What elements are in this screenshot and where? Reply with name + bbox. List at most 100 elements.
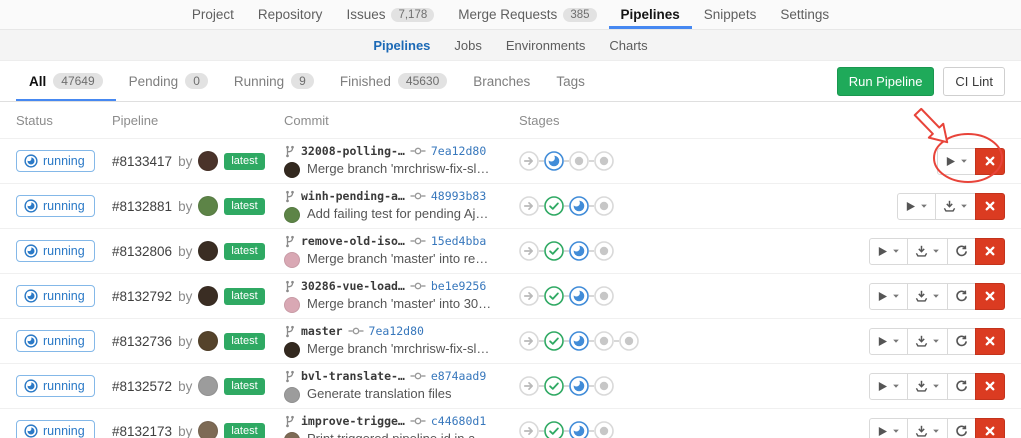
play-dropdown-button[interactable] (869, 238, 908, 265)
stage-skipped-icon[interactable] (519, 151, 539, 171)
status-badge[interactable]: running (16, 195, 95, 217)
stage-created-icon[interactable] (594, 421, 614, 438)
stage-skipped-icon[interactable] (519, 241, 539, 261)
cancel-pipeline-button[interactable] (975, 373, 1005, 400)
commit-sha-link[interactable]: 7ea12d80 (369, 323, 424, 339)
commit-sha-link[interactable]: e874aad9 (431, 368, 486, 384)
stage-skipped-icon[interactable] (519, 196, 539, 216)
stage-created-icon[interactable] (594, 331, 614, 351)
stage-skipped-icon[interactable] (519, 376, 539, 396)
stage-skipped-icon[interactable] (519, 421, 539, 438)
stage-running-icon[interactable] (569, 196, 589, 216)
commit-sha-link[interactable]: c44680d1 (431, 413, 486, 429)
status-badge[interactable]: running (16, 375, 95, 397)
commit-message-link[interactable]: Generate translation files (307, 385, 452, 403)
status-badge[interactable]: running (16, 330, 95, 352)
status-badge[interactable]: running (16, 240, 95, 262)
tab-running[interactable]: Running 9 (221, 61, 327, 101)
play-dropdown-button[interactable] (869, 373, 908, 400)
stage-created-icon[interactable] (594, 241, 614, 261)
stage-passed-icon[interactable] (544, 286, 564, 306)
stage-passed-icon[interactable] (544, 331, 564, 351)
commit-author-avatar[interactable] (284, 387, 300, 403)
retry-pipeline-button[interactable] (947, 418, 976, 438)
commit-message-link[interactable]: Print triggered pipeline id in a… (307, 430, 488, 438)
user-avatar[interactable] (198, 286, 218, 306)
tab-all[interactable]: All 47649 (16, 61, 116, 101)
user-avatar[interactable] (198, 376, 218, 396)
commit-author-avatar[interactable] (284, 342, 300, 358)
stage-passed-icon[interactable] (544, 376, 564, 396)
commit-author-avatar[interactable] (284, 207, 300, 223)
user-avatar[interactable] (198, 421, 218, 438)
commit-message-link[interactable]: Merge branch 'mrchrisw-fix-sl… (307, 340, 489, 358)
artifacts-download-dropdown-button[interactable] (907, 418, 948, 438)
status-badge[interactable]: running (16, 285, 95, 307)
stage-created-icon[interactable] (594, 376, 614, 396)
cancel-pipeline-button[interactable] (975, 238, 1005, 265)
pipeline-id-link[interactable]: #8132792 (112, 289, 172, 304)
subnav-jobs[interactable]: Jobs (442, 38, 493, 53)
stage-passed-icon[interactable] (544, 241, 564, 261)
commit-author-avatar[interactable] (284, 252, 300, 268)
stage-running-icon[interactable] (569, 376, 589, 396)
branch-link[interactable]: improve-trigge… (301, 413, 405, 429)
nav-issues[interactable]: Issues 7,178 (334, 0, 446, 29)
cancel-pipeline-button[interactable] (975, 193, 1005, 220)
stage-running-icon[interactable] (544, 151, 564, 171)
artifacts-download-dropdown-button[interactable] (907, 373, 948, 400)
stage-created-icon[interactable] (594, 196, 614, 216)
pipeline-id-link[interactable]: #8132572 (112, 379, 172, 394)
status-badge[interactable]: running (16, 420, 95, 438)
commit-message-link[interactable]: Merge branch 'master' into re… (307, 250, 488, 268)
ci-lint-button[interactable]: CI Lint (943, 67, 1005, 96)
nav-merge-requests[interactable]: Merge Requests 385 (446, 0, 608, 29)
commit-sha-link[interactable]: be1e9256 (431, 278, 486, 294)
cancel-pipeline-button[interactable] (975, 283, 1005, 310)
cancel-pipeline-button[interactable] (975, 328, 1005, 355)
commit-author-avatar[interactable] (284, 162, 300, 178)
retry-pipeline-button[interactable] (947, 328, 976, 355)
stage-running-icon[interactable] (569, 241, 589, 261)
artifacts-download-dropdown-button[interactable] (935, 193, 976, 220)
tab-tags[interactable]: Tags (543, 61, 598, 101)
stage-passed-icon[interactable] (544, 421, 564, 438)
artifacts-download-dropdown-button[interactable] (907, 328, 948, 355)
subnav-charts[interactable]: Charts (597, 38, 659, 53)
play-dropdown-button[interactable] (869, 283, 908, 310)
user-avatar[interactable] (198, 151, 218, 171)
nav-settings[interactable]: Settings (768, 0, 841, 29)
subnav-pipelines[interactable]: Pipelines (361, 38, 442, 53)
play-dropdown-button[interactable] (937, 148, 976, 175)
stage-running-icon[interactable] (569, 286, 589, 306)
commit-message-link[interactable]: Add failing test for pending Aj… (307, 205, 488, 223)
branch-link[interactable]: winh-pending-a… (301, 188, 405, 204)
retry-pipeline-button[interactable] (947, 238, 976, 265)
commit-sha-link[interactable]: 15ed4bba (431, 233, 486, 249)
user-avatar[interactable] (198, 241, 218, 261)
branch-link[interactable]: 30286-vue-load… (301, 278, 405, 294)
commit-sha-link[interactable]: 7ea12d80 (431, 143, 486, 159)
nav-snippets[interactable]: Snippets (692, 0, 769, 29)
commit-author-avatar[interactable] (284, 297, 300, 313)
pipeline-id-link[interactable]: #8132173 (112, 424, 172, 438)
stage-skipped-icon[interactable] (519, 286, 539, 306)
tab-branches[interactable]: Branches (460, 61, 543, 101)
nav-repository[interactable]: Repository (246, 0, 335, 29)
retry-pipeline-button[interactable] (947, 283, 976, 310)
branch-link[interactable]: remove-old-iso… (301, 233, 405, 249)
stage-created-icon[interactable] (569, 151, 589, 171)
commit-author-avatar[interactable] (284, 432, 300, 438)
branch-link[interactable]: bvl-translate-… (301, 368, 405, 384)
branch-link[interactable]: master (301, 323, 343, 339)
play-dropdown-button[interactable] (869, 328, 908, 355)
cancel-pipeline-button[interactable] (975, 148, 1005, 175)
retry-pipeline-button[interactable] (947, 373, 976, 400)
user-avatar[interactable] (198, 331, 218, 351)
tab-pending[interactable]: Pending 0 (116, 61, 221, 101)
run-pipeline-button[interactable]: Run Pipeline (837, 67, 935, 96)
play-dropdown-button[interactable] (897, 193, 936, 220)
pipeline-id-link[interactable]: #8132881 (112, 199, 172, 214)
user-avatar[interactable] (198, 196, 218, 216)
nav-project[interactable]: Project (180, 0, 246, 29)
